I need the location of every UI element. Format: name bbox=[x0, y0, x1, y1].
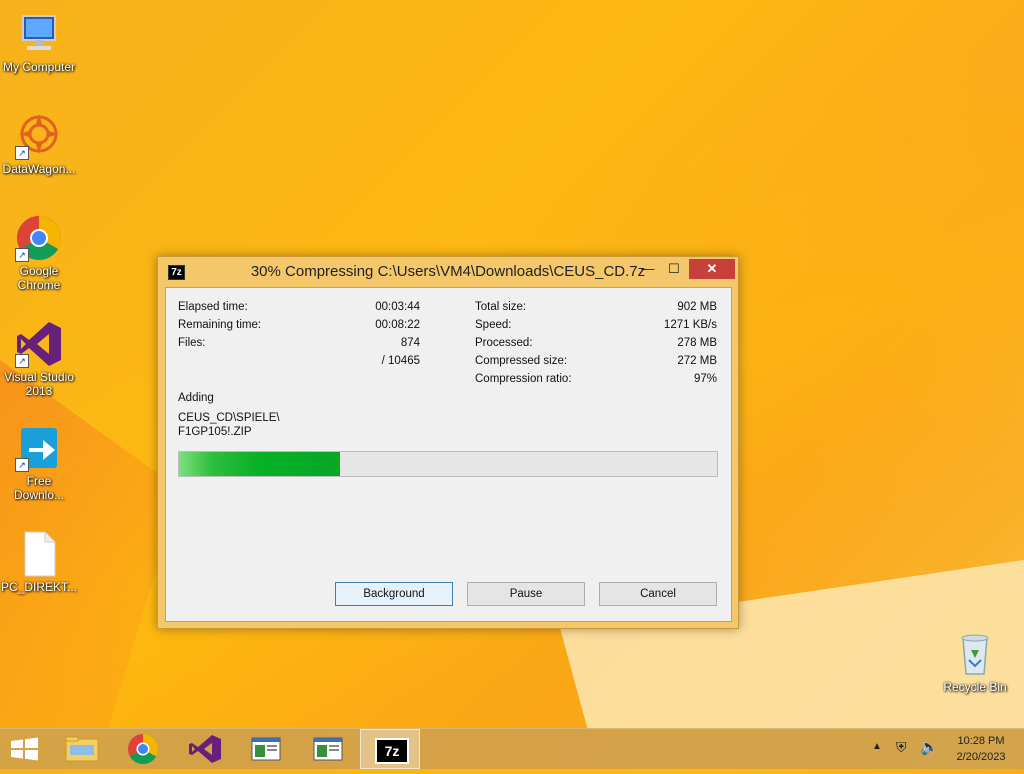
compressed-size-value: 272 MB bbox=[677, 355, 717, 367]
shortcut-arrow-icon: ↗ bbox=[15, 354, 29, 368]
desktop-icon-free-download[interactable]: ↗ Free Downlo... bbox=[0, 424, 78, 502]
taskbar-window-1[interactable] bbox=[236, 729, 296, 769]
taskbar-chrome[interactable] bbox=[113, 729, 173, 769]
total-size-label: Total size: bbox=[475, 301, 527, 313]
elapsed-time-value: 00:03:44 bbox=[375, 301, 420, 313]
close-button[interactable]: ✕ bbox=[689, 259, 735, 279]
desktop-icon-label: Visual Studio 2013 bbox=[4, 370, 74, 398]
computer-icon bbox=[15, 10, 63, 58]
total-size-value: 902 MB bbox=[677, 301, 717, 313]
files-value: 874 bbox=[400, 337, 420, 349]
desktop-icon-label: PC_DIREKT... bbox=[0, 580, 78, 594]
dialog-titlebar[interactable]: 7z 30% Compressing C:\Users\VM4\Download… bbox=[158, 257, 738, 287]
taskbar-file-explorer[interactable] bbox=[52, 729, 112, 769]
desktop-icon-datawagon[interactable]: ↗ DataWagon... bbox=[0, 112, 78, 176]
desktop-icon-label: My Computer bbox=[2, 60, 76, 74]
file-icon bbox=[15, 530, 63, 578]
windows-logo-icon bbox=[11, 737, 38, 761]
remaining-time-label: Remaining time: bbox=[178, 319, 262, 331]
recycle-bin-icon bbox=[951, 630, 999, 678]
shortcut-arrow-icon: ↗ bbox=[15, 146, 29, 160]
processed-value: 278 MB bbox=[677, 337, 717, 349]
visual-studio-icon bbox=[189, 735, 221, 763]
datawagon-icon: ↗ bbox=[15, 112, 63, 160]
compression-ratio-value: 97% bbox=[693, 373, 717, 385]
desktop-icon-label: DataWagon... bbox=[2, 162, 76, 176]
current-file-name: F1GP105!.ZIP bbox=[178, 426, 252, 438]
taskbar-visual-studio[interactable] bbox=[175, 729, 235, 769]
remaining-time-value: 00:08:22 bbox=[375, 319, 420, 331]
volume-icon[interactable]: 🔈 bbox=[920, 738, 939, 756]
taskbar: 7z ▲ ⛨ 🔈 10:28 PM 2/20/2023 bbox=[0, 728, 1024, 769]
chrome-icon bbox=[128, 734, 159, 765]
folder-icon bbox=[65, 736, 99, 762]
shortcut-arrow-icon: ↗ bbox=[15, 248, 29, 262]
minimize-button[interactable]: — bbox=[635, 259, 661, 279]
7zip-app-icon: 7z bbox=[375, 738, 409, 764]
cancel-button[interactable]: Cancel bbox=[599, 582, 717, 606]
elapsed-time-label: Elapsed time: bbox=[178, 301, 248, 313]
taskbar-window-2[interactable] bbox=[298, 729, 358, 769]
desktop-icon-recycle-bin[interactable]: Recycle Bin bbox=[936, 630, 1014, 694]
download-manager-icon: ↗ bbox=[15, 424, 63, 472]
compression-progress-bar bbox=[178, 451, 718, 477]
taskbar-7zip-active[interactable]: 7z bbox=[360, 729, 420, 769]
show-hidden-icons-button[interactable]: ▲ bbox=[872, 741, 882, 752]
desktop-icon-label: Recycle Bin bbox=[943, 680, 1007, 694]
compression-ratio-label: Compression ratio: bbox=[475, 373, 572, 385]
chrome-icon: ↗ bbox=[15, 214, 63, 262]
clock-time[interactable]: 10:28 PM bbox=[946, 735, 1016, 747]
clock-date[interactable]: 2/20/2023 bbox=[946, 751, 1016, 763]
compressed-size-label: Compressed size: bbox=[475, 355, 568, 367]
compression-progress-dialog: 7z 30% Compressing C:\Users\VM4\Download… bbox=[157, 256, 739, 629]
processed-label: Processed: bbox=[475, 337, 533, 349]
speed-value: 1271 KB/s bbox=[663, 319, 717, 331]
desktop-icon-visual-studio[interactable]: ↗ Visual Studio 2013 bbox=[0, 320, 78, 398]
pause-button[interactable]: Pause bbox=[467, 582, 585, 606]
network-icon[interactable]: ⛨ bbox=[896, 739, 907, 756]
desktop-icon-label: Free Downlo... bbox=[13, 474, 65, 502]
application-window-icon bbox=[251, 737, 281, 761]
desktop-icon-my-computer[interactable]: My Computer bbox=[0, 10, 78, 74]
files-total-value: / 10465 bbox=[381, 355, 420, 367]
start-button[interactable] bbox=[0, 729, 48, 769]
speed-label: Speed: bbox=[475, 319, 512, 331]
files-label: Files: bbox=[178, 337, 206, 349]
current-file-path: CEUS_CD\SPIELE\ bbox=[178, 412, 280, 424]
maximize-button[interactable]: ☐ bbox=[661, 259, 687, 279]
desktop-icon-pc-direkt[interactable]: PC_DIREKT... bbox=[0, 530, 78, 594]
operation-label: Adding bbox=[178, 392, 214, 404]
dialog-client-area: Elapsed time: 00:03:44 Remaining time: 0… bbox=[165, 287, 732, 622]
progress-bar-fill bbox=[179, 452, 341, 476]
visual-studio-icon: ↗ bbox=[15, 320, 63, 368]
desktop-icon-label: Google Chrome bbox=[17, 264, 61, 292]
application-window-icon bbox=[313, 737, 343, 761]
background-button[interactable]: Background bbox=[335, 582, 453, 606]
desktop-icon-google-chrome[interactable]: ↗ Google Chrome bbox=[0, 214, 78, 292]
shortcut-arrow-icon: ↗ bbox=[15, 458, 29, 472]
